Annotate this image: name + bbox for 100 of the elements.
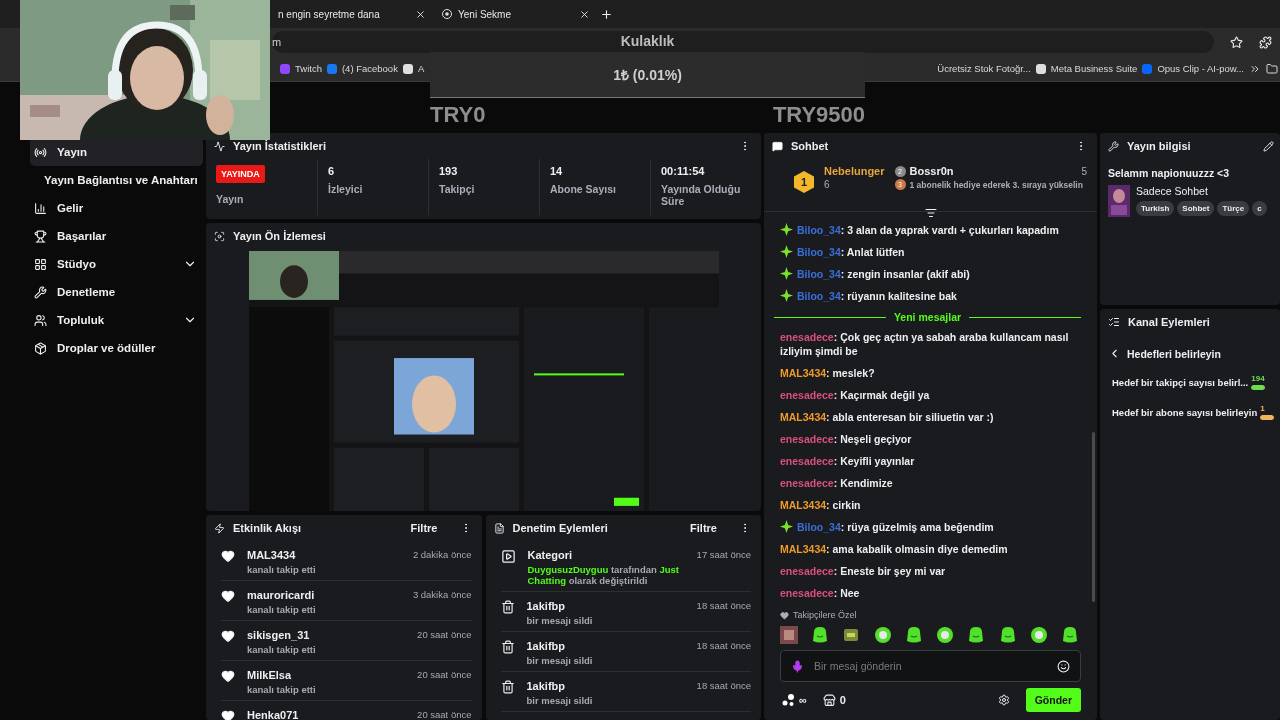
feed-action: DuygusuzDuyguu tarafından Just Chatting olarak değiştirildi (527, 564, 680, 586)
smile-icon[interactable] (1057, 659, 1070, 673)
stat-label: Takipçi (439, 183, 476, 195)
emote-icon[interactable] (1029, 626, 1048, 644)
back-button[interactable]: Hedefleri belirleyin (1108, 347, 1280, 360)
stat-value: 14 (550, 165, 564, 177)
send-button[interactable]: Gönder (1025, 688, 1081, 712)
feed-action: kanalı takip etti (247, 684, 317, 695)
live-badge: YAYINDA (216, 165, 265, 183)
stat-value: 193 (439, 165, 459, 177)
leader-hint: 1 abonelik hediye ederek 3. sıraya yükselin (909, 179, 1083, 190)
emote-icon[interactable] (1060, 626, 1079, 644)
close-icon[interactable] (415, 8, 426, 20)
sidebar-item[interactable]: Stüdyo (30, 250, 203, 278)
emote-icon[interactable] (842, 626, 861, 644)
emote-icon[interactable] (873, 626, 892, 644)
store-icon (822, 693, 836, 707)
list-icon (1108, 316, 1120, 328)
card-title: Etkinlik Akışı (233, 522, 303, 534)
folder-icon[interactable] (1266, 62, 1278, 75)
feed-action: kanalı takip etti (247, 564, 317, 575)
feed-name: Kategori (527, 549, 574, 561)
filter-button[interactable]: Filtre (406, 520, 442, 536)
tag[interactable]: Sohbet (1177, 201, 1215, 216)
feed-action: kanalı takip etti (247, 604, 317, 615)
chat-message: enesadece: Keyifli yayınlar (780, 454, 915, 468)
feed-time: 18 saat önce (696, 680, 751, 691)
points-count[interactable]: ∞ (782, 693, 807, 707)
chat-message: Biloo_34: zengin insanlar (akif abi) (797, 267, 970, 281)
feed-name: sikisgen_31 (247, 629, 311, 641)
collapse-icon (924, 207, 937, 219)
star-icon[interactable] (1230, 35, 1243, 49)
scrollbar[interactable] (1092, 432, 1095, 602)
chat-message: enesadece: Kendimize (780, 476, 893, 490)
feed-action: kanalı takip etti (247, 644, 317, 655)
feed-name: MAL3434 (247, 549, 297, 561)
sidebar-item[interactable]: Gelir (30, 194, 203, 222)
followers-only-label: Takipçilere Özel (764, 608, 1097, 622)
message-field[interactable]: Bir mesaj gönderin (780, 650, 1081, 682)
filter-button[interactable]: Filtre (686, 520, 721, 536)
chat-message: enesadece: Eneste bir şey mi var (780, 564, 946, 578)
chat-message: enesadece: Kaçırmak değil ya (780, 388, 930, 402)
sidebar-item[interactable]: Başarılar (30, 222, 203, 250)
tag[interactable]: Türçe (1217, 201, 1250, 216)
tag[interactable]: c (1252, 201, 1267, 216)
bookmark[interactable]: Twitch (295, 63, 322, 74)
card-title: Sohbet (791, 140, 830, 152)
sidebar-item[interactable]: Yayın (30, 138, 203, 166)
bookmark[interactable]: Opus Clip - AI-pow... (1157, 63, 1244, 74)
bookmark-icon (1142, 63, 1153, 74)
chat-message: enesadece: Neşeli geçiyor (780, 432, 912, 446)
plus-icon[interactable] (600, 7, 613, 21)
sidebar-item[interactable]: Droplar ve ödüller (30, 334, 203, 362)
mic-icon (791, 659, 804, 673)
goal-count: 1 (1260, 404, 1266, 413)
dots-icon (782, 693, 795, 707)
bookmark-icon (280, 63, 290, 74)
tag[interactable]: Turkish (1136, 201, 1175, 216)
sidebar-icon (34, 229, 47, 243)
sidebar-item[interactable]: Denetleme (30, 278, 203, 306)
heart-icon (221, 709, 235, 720)
feed-action: bir mesajı sildi (526, 695, 594, 706)
emote-icon[interactable] (967, 626, 986, 644)
feed-action: bir mesajı sildi (526, 615, 594, 626)
emote-icon[interactable] (998, 626, 1017, 644)
bookmark[interactable]: Meta Business Suite (1050, 63, 1138, 74)
goal-progress (1251, 385, 1266, 390)
emote-icon[interactable] (904, 626, 923, 644)
sidebar-icon (34, 285, 47, 299)
stat-value: 6 (328, 165, 336, 177)
emote-icon[interactable] (811, 626, 830, 644)
store-count[interactable]: 0 (822, 693, 846, 707)
pencil-icon[interactable] (1263, 140, 1274, 152)
emote-icon[interactable] (936, 626, 955, 644)
chat-message: MAL3434: ama kabalik olmasin diye demedim (780, 542, 1008, 556)
goal-title: Kulaklık (620, 32, 675, 51)
close-icon[interactable] (579, 8, 590, 20)
goal-label[interactable]: Hedef bir takipçi sayısı belirl... (1112, 376, 1249, 388)
leader-name: Nebelunger (824, 165, 885, 177)
sidebar-item[interactable]: Topluluk (30, 306, 203, 334)
play-icon (500, 549, 516, 564)
leader-name: Bossr0n (909, 165, 955, 177)
feed-time: 18 saat önce (696, 600, 751, 611)
card-title: Yayın Ön İzlemesi (233, 230, 327, 242)
heart-icon (221, 549, 235, 563)
goal-label[interactable]: Hedef bir abone sayısı belirleyin (1112, 406, 1258, 418)
bookmark[interactable]: A (417, 63, 425, 74)
chat-message: MAL3434: cirkin (780, 498, 861, 512)
settings-icon[interactable] (997, 694, 1010, 706)
puzzle-icon[interactable] (1259, 35, 1272, 49)
goal-count: 194 (1251, 374, 1266, 383)
chat-message: Biloo_34: rüyanın kalitesine bak (797, 289, 957, 303)
heart-icon (221, 669, 235, 683)
bookmark[interactable]: Ücretsiz Stok Fotoğr... (937, 63, 1031, 74)
bookmark[interactable]: (4) Facebook (341, 63, 398, 74)
heart-icon (221, 589, 235, 603)
message-input[interactable]: Bir mesaj gönderin (812, 659, 1049, 673)
sidebar-item[interactable]: Yayın Bağlantısı ve Anahtarı (30, 166, 203, 194)
chat-message: enesadece: Çok geç açtın ya sabah araba kullancam nasıl izliyim şimdi be (780, 330, 1070, 358)
goal-max: TRY9500 (772, 102, 865, 128)
